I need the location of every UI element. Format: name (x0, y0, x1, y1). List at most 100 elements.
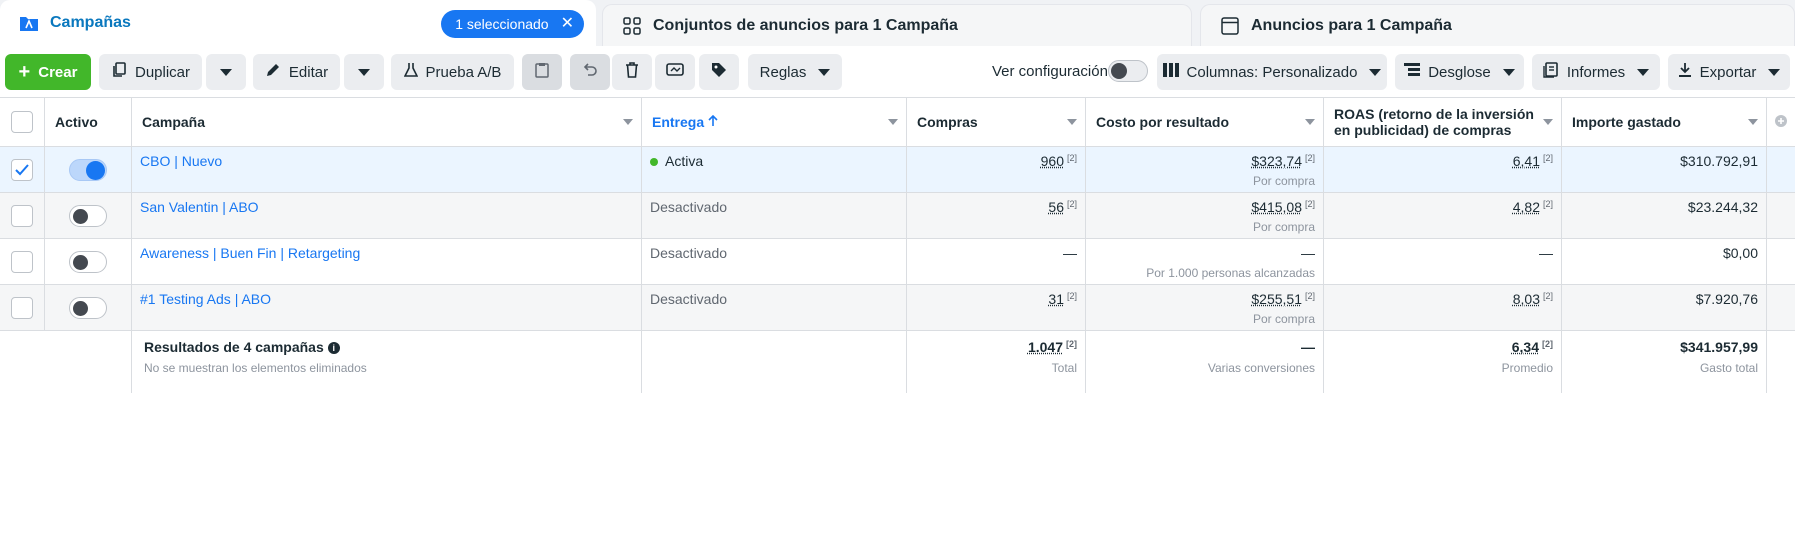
create-label: Crear (38, 63, 78, 81)
sort-caret-icon[interactable] (888, 119, 898, 125)
toggle-knob (73, 255, 88, 270)
flask-icon (403, 62, 418, 82)
tag-button[interactable] (699, 54, 739, 90)
campaign-toggle[interactable] (69, 159, 107, 181)
columns-label: Columnas: Personalizado (1186, 63, 1358, 81)
export-button[interactable]: Exportar (1668, 54, 1790, 90)
table-row[interactable]: San Valentin | ABO Desactivado 56 [2] $41… (0, 193, 1795, 239)
campaign-toggle[interactable] (69, 205, 107, 227)
sort-caret-icon[interactable] (1748, 119, 1758, 125)
delete-button[interactable] (612, 54, 652, 90)
chevron-down-icon (1637, 68, 1650, 76)
header-roas[interactable]: ROAS (retorno de la inversión en publici… (1324, 98, 1562, 147)
create-button[interactable]: + Crear (5, 54, 91, 90)
close-icon[interactable]: ✕ (561, 16, 574, 32)
toggle-knob (73, 209, 88, 224)
selection-badge[interactable]: 1 seleccionado ✕ (441, 10, 584, 38)
rules-button[interactable]: Reglas (748, 54, 842, 90)
chevron-down-icon (818, 68, 831, 76)
header-delivery[interactable]: Entrega (642, 98, 907, 147)
cost-value: — (1301, 245, 1315, 261)
purchases-cell: 31 [2] (907, 285, 1086, 331)
header-cost-per-result[interactable]: Costo por resultado (1086, 98, 1324, 147)
footnote: [2] (1542, 199, 1553, 209)
purchases-value: — (1063, 245, 1077, 261)
pencil-icon (265, 62, 281, 82)
cost-value: $323,74 (1251, 153, 1302, 169)
totals-cost-value: — (1301, 339, 1315, 355)
sort-caret-icon[interactable] (1543, 119, 1553, 125)
clipboard-icon (535, 62, 549, 82)
reports-button[interactable]: Informes (1532, 54, 1660, 90)
edit-dropdown-button[interactable] (344, 54, 384, 90)
purchases-value: 31 (1048, 291, 1064, 307)
header-spent-label: Importe gastado (1572, 114, 1681, 130)
row-active-cell (45, 147, 132, 193)
tab-ads[interactable]: Anuncios para 1 Campaña (1200, 4, 1795, 46)
undo-button[interactable] (570, 54, 610, 90)
grid-icon (621, 16, 643, 36)
arrow-up-icon (708, 114, 718, 130)
footnote: [2] (1066, 339, 1077, 349)
table-row[interactable]: CBO | Nuevo Activa 960 [2] $323,74 [2] Por… (0, 147, 1795, 193)
sort-caret-icon[interactable] (1067, 119, 1077, 125)
edit-button[interactable]: Editar (253, 54, 340, 90)
roas-cell: 8,03 [2] (1324, 285, 1562, 331)
totals-purchases-sub: Total (1051, 361, 1077, 375)
tab-ads-label: Anuncios para 1 Campaña (1251, 16, 1452, 34)
footnote: [2] (1542, 153, 1553, 163)
spent-value: $23.244,32 (1687, 199, 1758, 215)
row-checkbox[interactable] (11, 205, 33, 227)
delivery-status: Desactivado (650, 291, 728, 307)
table-row[interactable]: #1 Testing Ads | ABO Desactivado 31 [2] $… (0, 285, 1795, 331)
header-active[interactable]: Activo (45, 98, 132, 147)
row-checkbox[interactable] (11, 251, 33, 273)
header-select-all[interactable] (0, 98, 45, 147)
totals-cost-cell: — Varias conversiones (1086, 331, 1324, 393)
cost-cell: $323,74 [2] Por compra (1086, 147, 1324, 193)
tab-adsets[interactable]: Conjuntos de anuncios para 1 Campaña (602, 4, 1192, 46)
spent-value: $7.920,76 (1695, 291, 1758, 307)
info-icon[interactable]: i (327, 342, 340, 355)
duplicate-dropdown-button[interactable] (206, 54, 246, 90)
select-all-checkbox[interactable] (11, 111, 33, 133)
header-campaign[interactable]: Campaña (132, 98, 642, 147)
tab-campaigns[interactable]: Campañas 1 seleccionado ✕ (0, 0, 596, 46)
ab-test-button[interactable]: Prueba A/B (391, 54, 514, 90)
add-column-button[interactable] (1767, 98, 1795, 147)
purchases-cell: — (907, 239, 1086, 285)
clipboard-button[interactable] (522, 54, 562, 90)
campaign-name-cell: CBO | Nuevo (132, 147, 642, 193)
campaign-link[interactable]: Awareness | Buen Fin | Retargeting (140, 245, 360, 261)
breakdown-button[interactable]: Desglose (1395, 54, 1524, 90)
delivery-status: Desactivado (650, 245, 728, 261)
spent-cell: $310.792,91 (1562, 147, 1767, 193)
totals-cost-sub: Varias conversiones (1207, 361, 1315, 375)
header-amount-spent[interactable]: Importe gastado (1562, 98, 1767, 147)
header-purchases[interactable]: Compras (907, 98, 1086, 147)
campaign-toggle[interactable] (69, 251, 107, 273)
table-row[interactable]: Awareness | Buen Fin | Retargeting Desac… (0, 239, 1795, 285)
row-checkbox[interactable] (11, 159, 33, 181)
campaign-link[interactable]: #1 Testing Ads | ABO (140, 291, 271, 307)
view-config-toggle[interactable] (1108, 60, 1148, 82)
campaign-link[interactable]: CBO | Nuevo (140, 153, 222, 169)
campaign-toggle[interactable] (69, 297, 107, 319)
sort-caret-icon[interactable] (623, 119, 633, 125)
sort-caret-icon[interactable] (1305, 119, 1315, 125)
breakdown-icon (1404, 63, 1421, 81)
spent-cell: $0,00 (1562, 239, 1767, 285)
preview-button[interactable] (655, 54, 695, 90)
view-config-label: Ver configuración (992, 63, 1108, 80)
columns-button[interactable]: Columnas: Personalizado (1157, 54, 1387, 90)
totals-row: Resultados de 4 campañas i No se muestran… (0, 331, 1795, 393)
row-checkbox[interactable] (11, 297, 33, 319)
toggle-knob (73, 301, 88, 316)
reports-label: Informes (1566, 63, 1626, 81)
footnote: [2] (1304, 199, 1315, 209)
duplicate-button[interactable]: Duplicar (99, 54, 202, 90)
footnote: [2] (1304, 153, 1315, 163)
delivery-cell: Desactivado (642, 239, 907, 285)
delivery-cell: Activa (642, 147, 907, 193)
campaign-link[interactable]: San Valentin | ABO (140, 199, 259, 215)
